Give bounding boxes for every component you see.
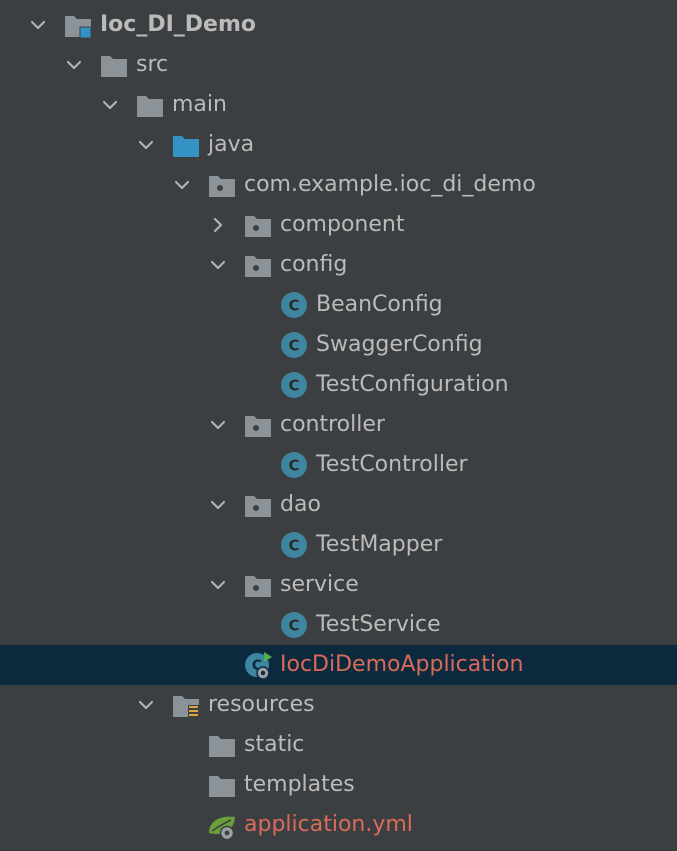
class-icon: C bbox=[281, 452, 307, 478]
svg-text:C: C bbox=[288, 337, 299, 355]
svg-text:C: C bbox=[288, 377, 299, 395]
module-folder-icon bbox=[65, 16, 92, 39]
tree-item-service[interactable]: service bbox=[0, 565, 677, 605]
tree-item-com-example-ioc-di-demo[interactable]: com.example.ioc_di_demo bbox=[0, 165, 677, 205]
svg-text:C: C bbox=[288, 297, 299, 315]
package-icon bbox=[245, 496, 271, 517]
tree-item-label: application.yml bbox=[244, 812, 413, 837]
tree-item-main[interactable]: main bbox=[0, 85, 677, 125]
tree-item-label: SwaggerConfig bbox=[316, 332, 483, 357]
package-icon bbox=[245, 216, 271, 237]
tree-item-java[interactable]: java bbox=[0, 125, 677, 165]
tree-item-label: resources bbox=[208, 692, 315, 717]
chevron-down-icon[interactable] bbox=[202, 489, 234, 521]
tree-item-component[interactable]: component bbox=[0, 205, 677, 245]
class-icon: C bbox=[281, 532, 307, 558]
chevron-down-icon[interactable] bbox=[166, 169, 198, 201]
tree-item-label: config bbox=[280, 252, 348, 277]
resources-root-folder-icon bbox=[173, 696, 199, 718]
class-icon: C bbox=[281, 292, 307, 318]
chevron-down-icon[interactable] bbox=[202, 409, 234, 441]
tree-item-ioc-di-demo-application[interactable]: C IocDiDemoApplication bbox=[0, 645, 677, 685]
tree-item-label: TestController bbox=[316, 452, 468, 477]
tree-item-label: templates bbox=[244, 772, 355, 797]
tree-item-test-mapper[interactable]: C TestMapper bbox=[0, 525, 677, 565]
tree-item-controller[interactable]: controller bbox=[0, 405, 677, 445]
tree-item-label: IocDiDemoApplication bbox=[280, 652, 524, 677]
chevron-down-icon[interactable] bbox=[130, 129, 162, 161]
spring-boot-application-icon: C bbox=[245, 652, 272, 680]
chevron-right-icon[interactable] bbox=[202, 209, 234, 241]
svg-text:C: C bbox=[288, 537, 299, 555]
chevron-down-icon[interactable] bbox=[202, 249, 234, 281]
class-icon: C bbox=[281, 372, 307, 398]
spring-config-file-icon bbox=[209, 816, 235, 841]
chevron-down-icon[interactable] bbox=[202, 569, 234, 601]
chevron-down-icon[interactable] bbox=[22, 9, 54, 41]
tree-item-label: TestMapper bbox=[316, 532, 443, 557]
tree-item-test-configuration[interactable]: C TestConfiguration bbox=[0, 365, 677, 405]
tree-item-config[interactable]: config bbox=[0, 245, 677, 285]
tree-item-test-controller[interactable]: C TestController bbox=[0, 445, 677, 485]
package-icon bbox=[245, 416, 271, 437]
tree-item-label: TestService bbox=[316, 612, 441, 637]
chevron-down-icon[interactable] bbox=[130, 689, 162, 721]
folder-icon bbox=[209, 736, 235, 757]
tree-item-test-service[interactable]: C TestService bbox=[0, 605, 677, 645]
class-icon: C bbox=[281, 332, 307, 358]
tree-item-label: TestConfiguration bbox=[316, 372, 509, 397]
project-tree: Ioc_DI_Demo src main java com.example.io… bbox=[0, 0, 677, 851]
tree-item-ioc-di-demo[interactable]: Ioc_DI_Demo bbox=[0, 5, 677, 45]
tree-item-static[interactable]: static bbox=[0, 725, 677, 765]
tree-item-application-yml[interactable]: application.yml bbox=[0, 805, 677, 845]
package-icon bbox=[245, 576, 271, 597]
tree-item-label: service bbox=[280, 572, 359, 597]
tree-item-templates[interactable]: templates bbox=[0, 765, 677, 805]
folder-icon bbox=[209, 776, 235, 797]
tree-item-label: src bbox=[136, 52, 169, 77]
svg-text:C: C bbox=[288, 617, 299, 635]
tree-item-dao[interactable]: dao bbox=[0, 485, 677, 525]
tree-item-src[interactable]: src bbox=[0, 45, 677, 85]
tree-item-label: dao bbox=[280, 492, 321, 517]
tree-item-label: component bbox=[280, 212, 405, 237]
tree-item-label: java bbox=[208, 132, 255, 157]
tree-item-label: Ioc_DI_Demo bbox=[100, 12, 257, 37]
tree-item-bean-config[interactable]: C BeanConfig bbox=[0, 285, 677, 325]
tree-item-label: main bbox=[172, 92, 227, 117]
chevron-down-icon[interactable] bbox=[58, 49, 90, 81]
tree-item-label: com.example.ioc_di_demo bbox=[244, 172, 536, 197]
folder-icon bbox=[137, 96, 163, 117]
folder-icon bbox=[101, 56, 127, 77]
tree-item-label: static bbox=[244, 732, 305, 757]
tree-item-label: BeanConfig bbox=[316, 292, 443, 317]
svg-text:C: C bbox=[288, 457, 299, 475]
tree-item-resources[interactable]: resources bbox=[0, 685, 677, 725]
tree-item-label: controller bbox=[280, 412, 385, 437]
package-icon bbox=[245, 256, 271, 277]
package-icon bbox=[209, 176, 235, 197]
class-icon: C bbox=[281, 612, 307, 638]
tree-item-swagger-config[interactable]: C SwaggerConfig bbox=[0, 325, 677, 365]
source-root-folder-icon bbox=[173, 136, 199, 157]
chevron-down-icon[interactable] bbox=[94, 89, 126, 121]
